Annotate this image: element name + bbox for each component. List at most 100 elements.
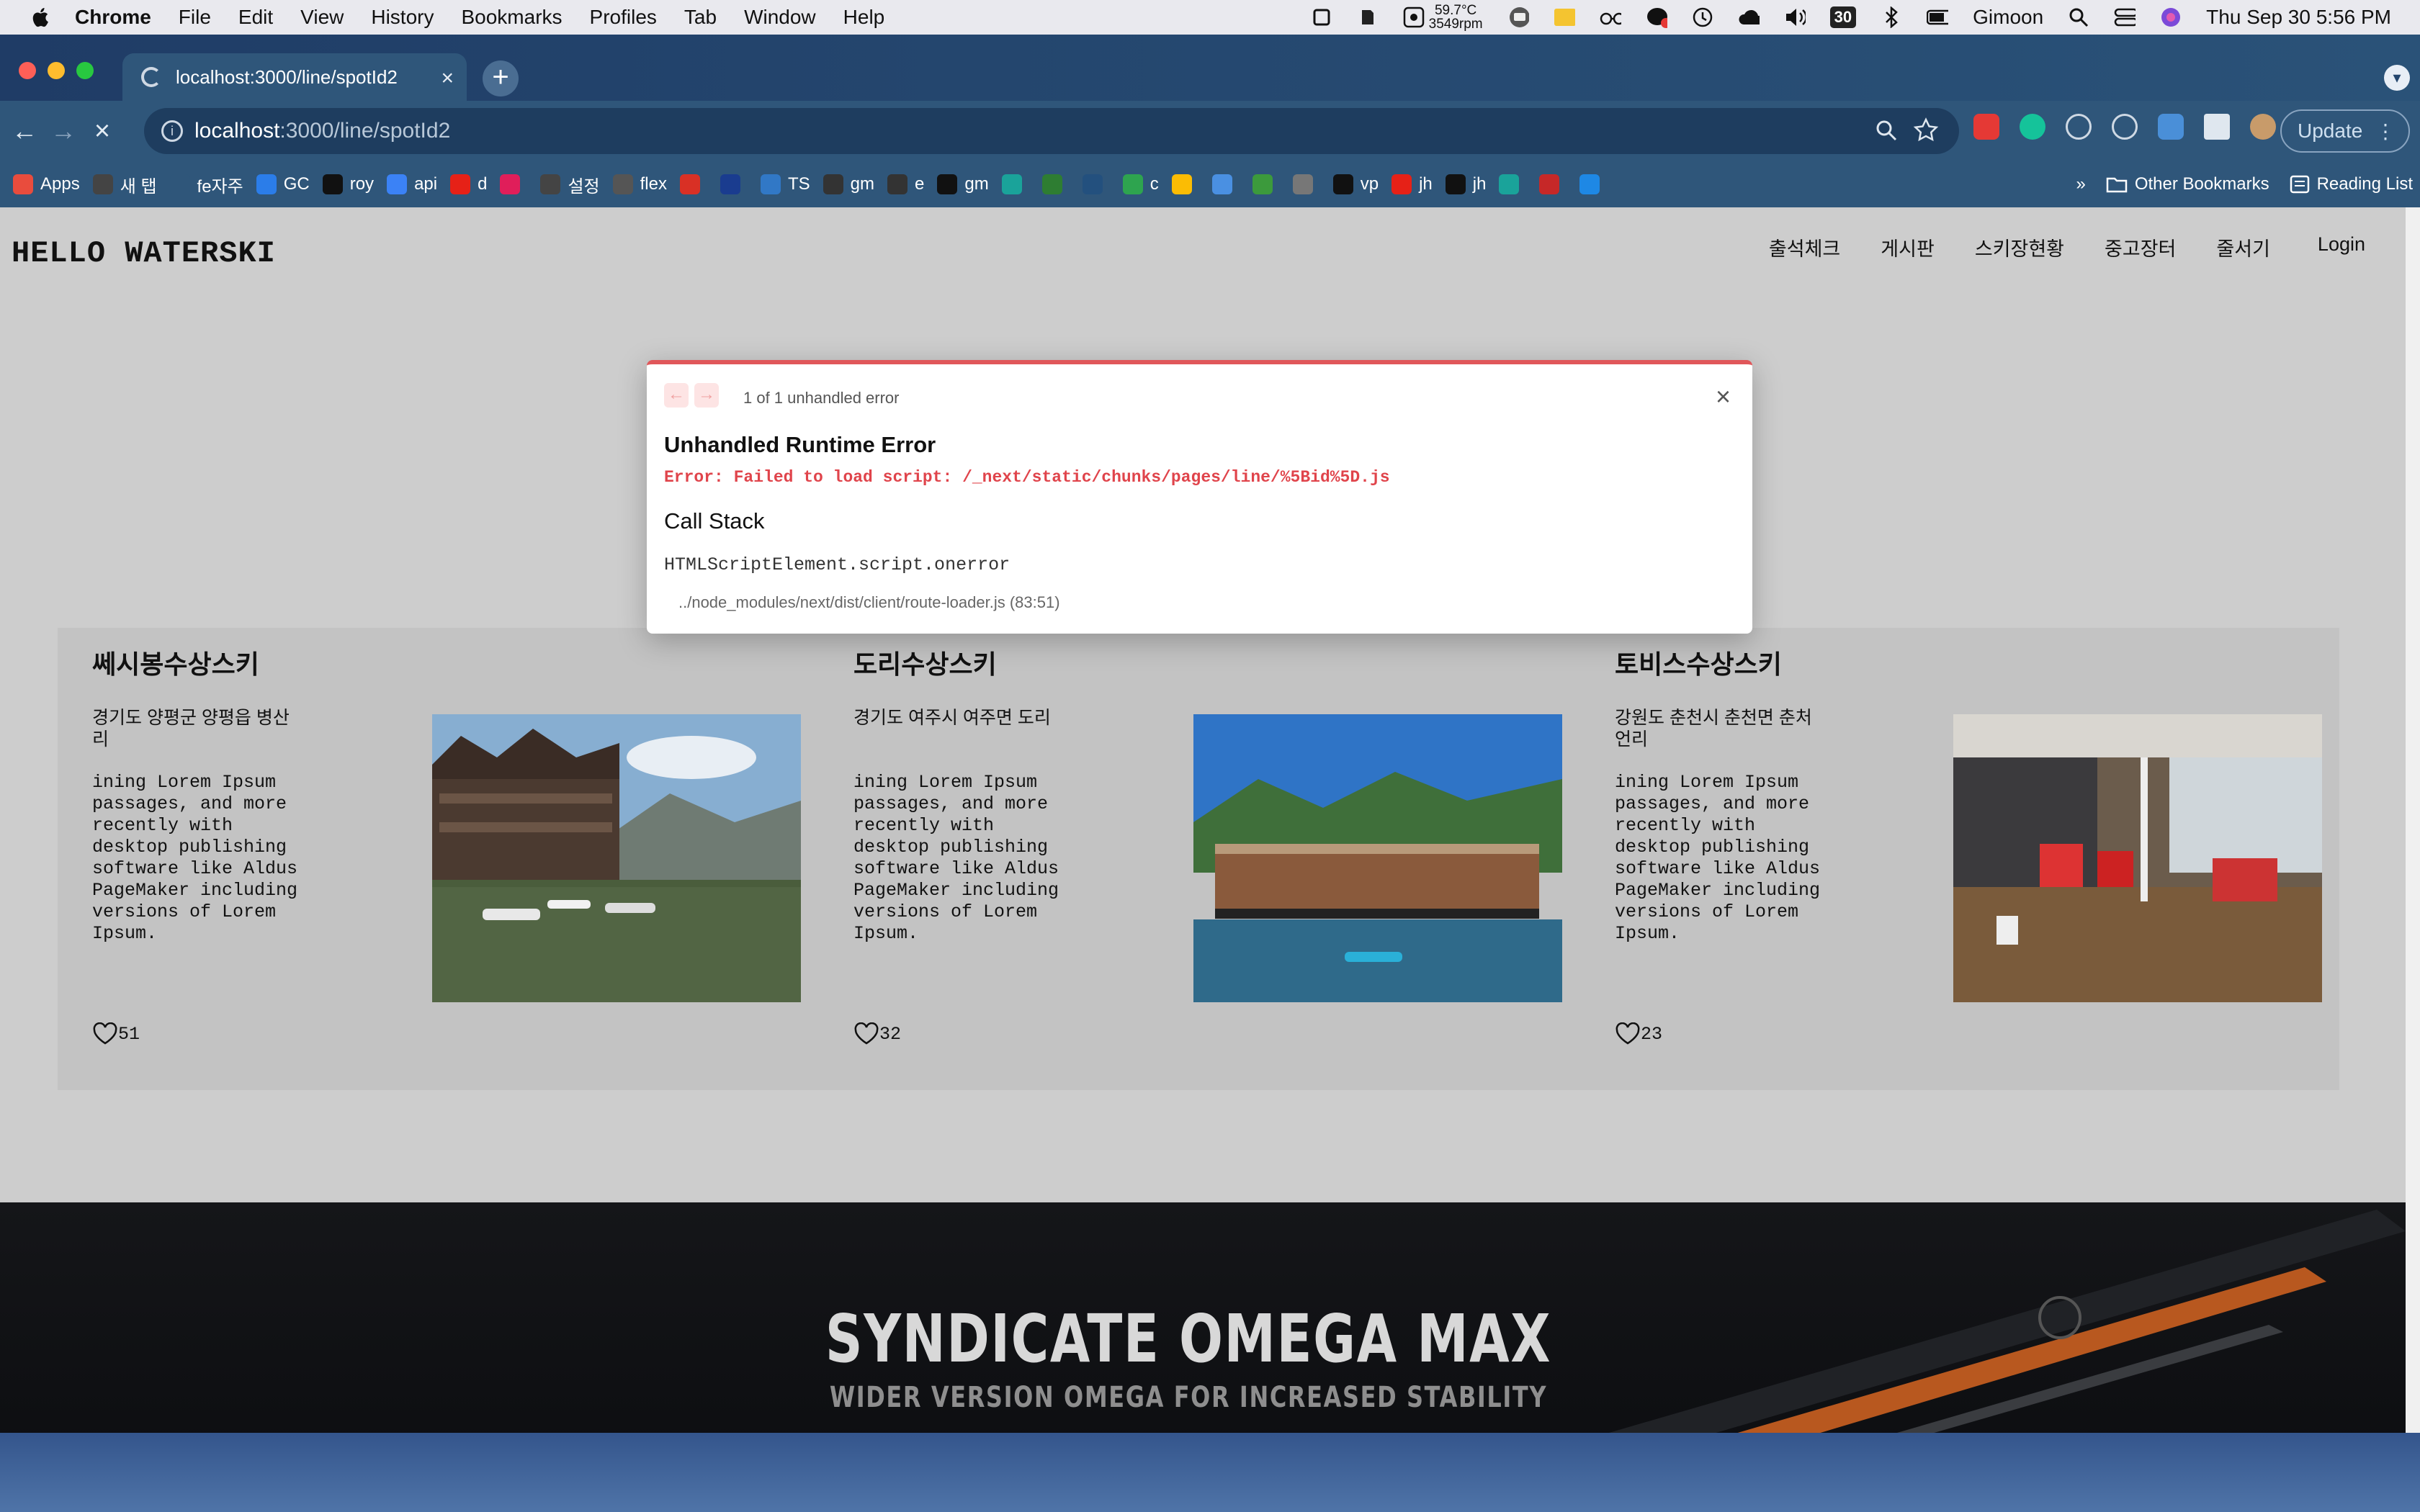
siri-icon[interactable]	[2160, 6, 2182, 28]
stack-frame-file[interactable]: ../node_modules/next/dist/client/route-l…	[678, 593, 1060, 612]
window-square-icon[interactable]	[1311, 6, 1332, 28]
bookmark-item[interactable]	[1041, 174, 1070, 194]
evernote-icon[interactable]	[1357, 6, 1379, 28]
bookmark-item[interactable]	[1292, 174, 1320, 194]
react-devtools-icon[interactable]	[2112, 114, 2138, 140]
bookmark-item[interactable]	[1499, 174, 1526, 194]
glasses-icon[interactable]	[1600, 6, 1621, 28]
user-name[interactable]: Gimoon	[1973, 6, 2043, 29]
bookmark-item[interactable]: 설정	[540, 172, 600, 197]
bookmark-item[interactable]	[1001, 174, 1029, 194]
spot-name[interactable]: 토비스수상스키	[1615, 644, 1782, 681]
bookmark-item[interactable]	[500, 174, 527, 194]
bookmark-item[interactable]: TS	[760, 174, 810, 194]
close-overlay-icon[interactable]: ×	[1716, 384, 1731, 410]
tab-search-chevron-icon[interactable]: ▾	[2384, 65, 2410, 91]
bookmark-item[interactable]: fe자주	[169, 172, 243, 197]
bookmark-item[interactable]	[1171, 174, 1199, 194]
bookmark-item[interactable]: GC	[256, 174, 310, 194]
zoom-icon[interactable]	[1874, 118, 1899, 148]
site-info-icon[interactable]: i	[161, 120, 183, 142]
menu-history[interactable]: History	[371, 6, 434, 29]
grammarly-extension-icon[interactable]	[2020, 114, 2045, 140]
youtube-extension-icon[interactable]	[1973, 114, 1999, 140]
system-monitor[interactable]: 59.7°C 3549rpm	[1403, 4, 1483, 31]
menu-help[interactable]: Help	[843, 6, 885, 29]
menu-app-name[interactable]: Chrome	[75, 6, 151, 29]
bookmark-item[interactable]: 새 탭	[92, 172, 157, 197]
menu-profiles[interactable]: Profiles	[590, 6, 657, 29]
messages-icon[interactable]	[1646, 6, 1667, 28]
bookmark-item[interactable]	[1252, 174, 1280, 194]
spot-photo[interactable]	[432, 714, 801, 1002]
battery-icon[interactable]	[1927, 6, 1949, 28]
previous-error-button[interactable]: ←	[664, 383, 689, 408]
like-button[interactable]: 23	[1615, 1022, 1662, 1045]
apple-logo-icon[interactable]	[29, 5, 53, 30]
calendar-badge[interactable]: 30	[1829, 6, 1857, 28]
bookmark-item[interactable]	[1211, 174, 1240, 194]
notes-folder-icon[interactable]	[1554, 6, 1575, 28]
menu-file[interactable]: File	[179, 6, 211, 29]
bookmark-item[interactable]: c	[1122, 174, 1159, 194]
bookmark-item[interactable]	[1082, 174, 1110, 194]
menu-edit[interactable]: Edit	[238, 6, 273, 29]
bookmark-item[interactable]	[1539, 174, 1567, 194]
update-button[interactable]: Update ⋮	[2280, 109, 2410, 153]
bookmark-item[interactable]: jh	[1392, 174, 1433, 194]
bookmark-item[interactable]: vp	[1332, 174, 1379, 194]
new-tab-button[interactable]: +	[483, 60, 519, 96]
spot-photo[interactable]	[1953, 714, 2322, 1002]
nav-attendance[interactable]: 출석체크	[1769, 233, 1840, 261]
bookmark-item[interactable]: e	[887, 174, 924, 194]
spot-name[interactable]: 쎄시봉수상스키	[92, 644, 259, 681]
bookmark-item[interactable]	[720, 174, 748, 194]
back-button[interactable]: ←	[10, 116, 39, 146]
bookmark-item[interactable]	[1579, 174, 1607, 194]
bookmark-item[interactable]: Apps	[13, 174, 80, 194]
like-button[interactable]: 32	[853, 1022, 901, 1045]
spot-name[interactable]: 도리수상스키	[853, 644, 997, 681]
spot-card[interactable]: 쎄시봉수상스키 경기도 양평군 양평읍 병산리 ining Lorem Ipsu…	[58, 628, 801, 1090]
forward-button[interactable]: →	[49, 116, 78, 146]
bookmark-star-icon[interactable]	[1913, 117, 1939, 149]
reading-list-button[interactable]: Reading List	[2290, 174, 2413, 194]
volume-icon[interactable]	[1784, 6, 1806, 28]
nav-board[interactable]: 게시판	[1881, 233, 1935, 261]
calendar-extension-icon[interactable]	[2158, 114, 2184, 140]
site-brand[interactable]: HELLO WATERSKI	[12, 236, 276, 271]
menu-view[interactable]: View	[300, 6, 344, 29]
page-scrollbar[interactable]	[2406, 207, 2420, 1433]
menu-tab[interactable]: Tab	[684, 6, 717, 29]
display-icon[interactable]	[1507, 6, 1529, 28]
bookmark-item[interactable]: d	[450, 174, 487, 194]
tab-close-icon[interactable]: ×	[441, 66, 454, 91]
bookmark-item[interactable]: gm	[823, 174, 874, 194]
nav-ski-status[interactable]: 스키장현황	[1975, 233, 2064, 261]
more-menu-icon[interactable]: ⋮	[2375, 120, 2396, 143]
clock[interactable]: Thu Sep 30 5:56 PM	[2206, 6, 2391, 29]
extensions-puzzle-icon[interactable]	[2204, 114, 2230, 140]
login-link[interactable]: Login	[2318, 233, 2365, 261]
nav-queue[interactable]: 줄서기	[2216, 233, 2270, 261]
address-bar[interactable]: i localhost:3000/line/spotId2	[144, 108, 1959, 154]
spot-card[interactable]: 도리수상스키 경기도 여주시 여주면 도리 ining Lorem Ipsum …	[819, 628, 1562, 1090]
control-center-icon[interactable]	[2114, 6, 2136, 28]
profile-avatar[interactable]	[2250, 114, 2276, 140]
next-error-button[interactable]: →	[694, 383, 719, 408]
time-machine-icon[interactable]	[1692, 6, 1713, 28]
menu-bookmarks[interactable]: Bookmarks	[461, 6, 562, 29]
tab-active[interactable]: localhost:3000/line/spotId2 ×	[122, 53, 467, 101]
spotlight-search-icon[interactable]	[2068, 6, 2089, 28]
other-bookmarks-folder[interactable]: Other Bookmarks	[2106, 174, 2269, 194]
bookmarks-overflow-button[interactable]: »	[2076, 174, 2085, 194]
bookmark-item[interactable]: flex	[612, 174, 667, 194]
bluetooth-icon[interactable]	[1881, 6, 1902, 28]
bookmark-item[interactable]: roy	[322, 174, 374, 194]
bookmark-item[interactable]: api	[387, 174, 437, 194]
bookmark-item[interactable]	[679, 174, 707, 194]
bookmark-item[interactable]: jh	[1445, 174, 1486, 194]
like-button[interactable]: 51	[92, 1022, 140, 1045]
close-window-button[interactable]	[19, 62, 36, 79]
stop-loading-button[interactable]: ×	[88, 116, 117, 147]
